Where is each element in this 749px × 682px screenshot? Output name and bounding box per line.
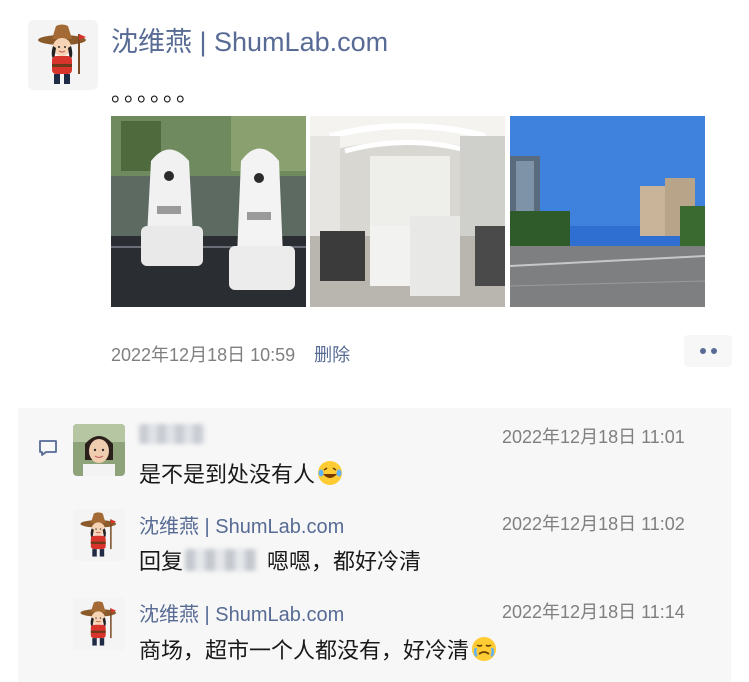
commenter-name[interactable] (139, 424, 205, 450)
comment-text: 回复 嗯嗯，都好冷清 (139, 544, 421, 576)
more-actions-button[interactable] (684, 335, 732, 367)
comment-body: 嗯嗯，都好冷清 (267, 549, 422, 574)
comment-time: 2022年12月18日 11:14 (502, 602, 685, 622)
commenter-name[interactable]: 沈维燕 | ShumLab.com (139, 598, 344, 627)
commenter-name[interactable]: 沈维燕 | ShumLab.com (139, 510, 344, 539)
commenter-avatar[interactable] (73, 509, 125, 561)
comment-icon (39, 440, 57, 456)
crying-emoji (472, 637, 497, 661)
post-meta: 2022年12月18日 10:59 删除 (111, 341, 350, 367)
comment-time: 2022年12月18日 11:01 (502, 427, 685, 447)
post-text: 。。。。。。 (111, 81, 201, 106)
post-author-name[interactable]: 沈维燕 | ShumLab.com (111, 20, 388, 59)
commenter-avatar[interactable] (73, 424, 125, 476)
post-timestamp: 2022年12月18日 10:59 (111, 345, 296, 365)
robots-photo[interactable] (111, 116, 306, 307)
reply-prefix: 回复 (139, 549, 184, 574)
laughing-tears-emoji (318, 461, 343, 485)
comment-body: 是不是到处没有人 (139, 462, 316, 487)
delete-link[interactable]: 删除 (314, 345, 350, 365)
comment-body: 商场，超市一个人都没有，好冷清 (139, 638, 470, 663)
comment-text: 是不是到处没有人 (139, 457, 343, 489)
author-avatar[interactable] (28, 20, 98, 90)
empty-street-photo[interactable] (510, 116, 705, 307)
dot-icon (710, 348, 717, 354)
comment-text: 商场，超市一个人都没有，好冷清 (139, 633, 497, 665)
commenter-avatar[interactable] (73, 598, 125, 650)
blurred-reply-target[interactable] (185, 549, 258, 571)
comment-time: 2022年12月18日 11:02 (502, 514, 685, 534)
comments-panel: 2022年12月18日 11:01 是不是到处没有人 沈维燕 | ShumLab… (18, 408, 731, 682)
blurred-name (139, 424, 205, 444)
office-lobby-photo[interactable] (310, 116, 505, 307)
dot-icon (699, 348, 706, 354)
